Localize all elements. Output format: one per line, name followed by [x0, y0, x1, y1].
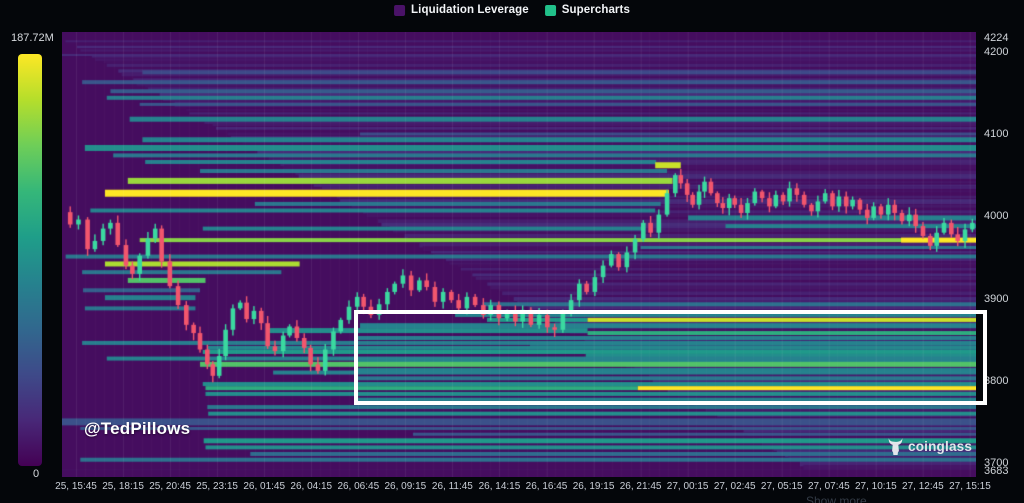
time-tick-label: 26, 04:15: [290, 481, 332, 492]
time-tick-label: 27, 07:45: [808, 481, 850, 492]
liquidation-heatmap-screen: Liquidation Leverage Supercharts 187.72M…: [0, 0, 1024, 503]
price-tick-label: 3683: [984, 465, 1008, 477]
supercharts-swatch-icon: [545, 5, 556, 16]
price-tick-label: 4224: [984, 32, 1008, 44]
price-tick-label: 3900: [984, 293, 1008, 305]
annotation-rectangle[interactable]: [354, 310, 987, 405]
time-tick-label: 26, 09:15: [384, 481, 426, 492]
time-tick-label: 25, 20:45: [149, 481, 191, 492]
time-tick-label: 27, 05:15: [761, 481, 803, 492]
chart-legend: Liquidation Leverage Supercharts: [394, 4, 630, 16]
legend-label: Supercharts: [562, 4, 630, 16]
price-tick-label: 3800: [984, 375, 1008, 387]
liquidation-heatmap-canvas[interactable]: [62, 32, 976, 477]
time-tick-label: 26, 16:45: [526, 481, 568, 492]
price-tick-label: 4000: [984, 210, 1008, 222]
legend-label: Liquidation Leverage: [411, 4, 529, 16]
show-more-button[interactable]: Show more: [806, 494, 867, 503]
time-tick-label: 26, 21:45: [620, 481, 662, 492]
time-tick-label: 26, 19:15: [573, 481, 615, 492]
coinglass-logo[interactable]: coinglass: [888, 438, 972, 455]
time-tick-label: 27, 02:45: [714, 481, 756, 492]
price-tick-label: 4100: [984, 128, 1008, 140]
coinglass-bull-icon: [888, 438, 903, 455]
colorbar-gradient: [18, 54, 42, 466]
watermark-tedpillows: @TedPillows: [84, 419, 190, 439]
time-tick-label: 27, 00:15: [667, 481, 709, 492]
time-tick-label: 25, 23:15: [196, 481, 238, 492]
legend-item-liquidation-leverage[interactable]: Liquidation Leverage: [394, 4, 529, 16]
time-tick-label: 27, 12:45: [902, 481, 944, 492]
time-tick-label: 25, 18:15: [102, 481, 144, 492]
legend-item-supercharts[interactable]: Supercharts: [545, 4, 630, 16]
time-tick-label: 27, 10:15: [855, 481, 897, 492]
time-tick-label: 25, 15:45: [55, 481, 97, 492]
time-tick-label: 26, 01:45: [243, 481, 285, 492]
liquidation-leverage-swatch-icon: [394, 5, 405, 16]
price-axis: 42244200410040003900380037003683: [980, 0, 1024, 503]
time-tick-label: 26, 11:45: [432, 481, 473, 492]
time-tick-label: 26, 06:45: [337, 481, 379, 492]
coinglass-logo-text: coinglass: [908, 439, 972, 454]
price-tick-label: 4200: [984, 46, 1008, 58]
colorbar-max-label: 187.72M: [11, 32, 54, 44]
time-tick-label: 26, 14:15: [479, 481, 521, 492]
colorbar-min-label: 0: [33, 468, 39, 480]
